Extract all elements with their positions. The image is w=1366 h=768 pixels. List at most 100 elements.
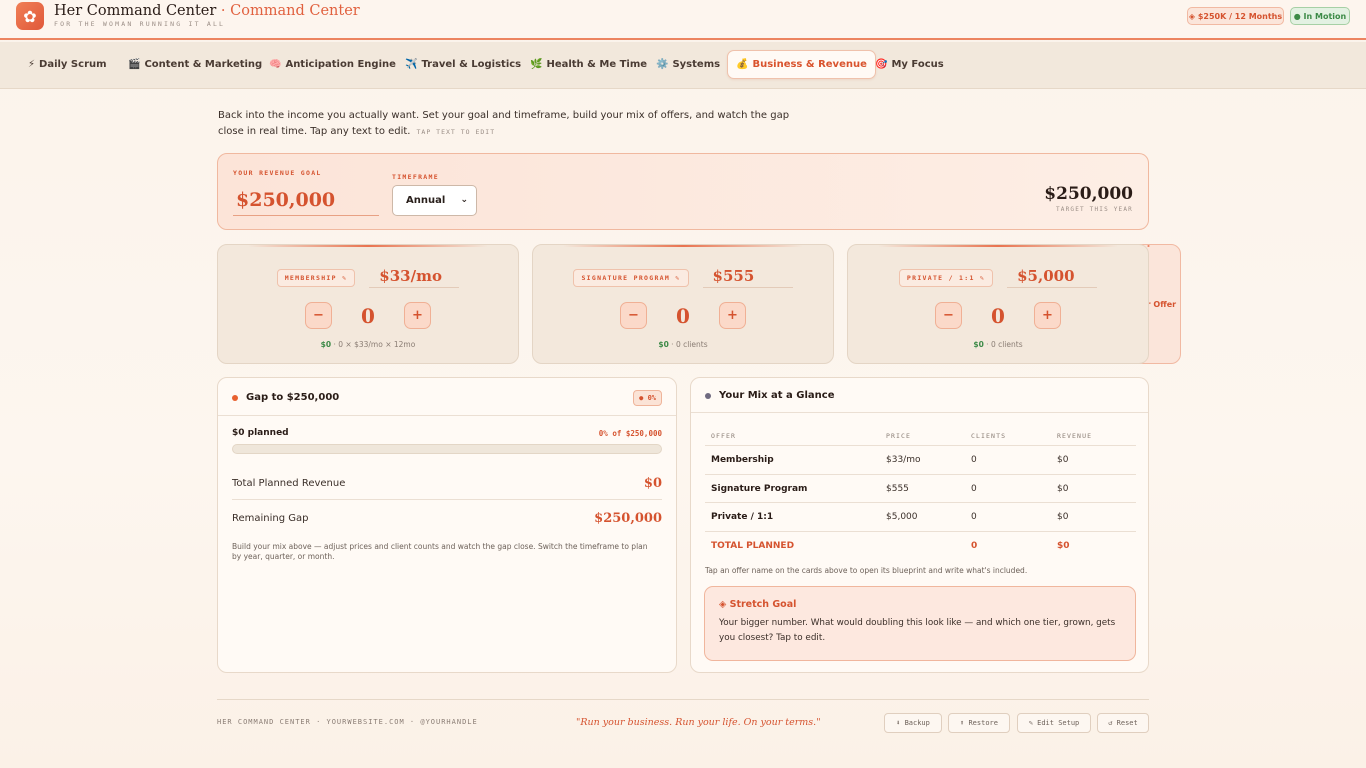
offer-detail: · 0 clients <box>983 340 1023 349</box>
increment-button[interactable]: + <box>719 302 746 329</box>
tab-anticipation-engine[interactable]: 🧠 Anticipation Engine <box>261 50 404 79</box>
tab-label: Business & Revenue <box>752 59 867 70</box>
price-cell: $33/mo <box>886 455 921 465</box>
flower-logo-icon: ✿ <box>16 2 44 30</box>
stretch-goal-card[interactable]: ◈ Stretch Goal Your bigger number. What … <box>704 586 1136 661</box>
mix-panel: Your Mix at a Glance OFFER PRICE CLIENTS… <box>690 377 1149 673</box>
progress-badge: ● 0% <box>633 390 662 406</box>
total-label-cell: TOTAL PLANNED <box>711 540 795 551</box>
tab-label: Health & Me Time <box>546 59 648 70</box>
revenue-cell: $0 <box>1057 512 1069 522</box>
offer-name-button[interactable]: MEMBERSHIP ✎ <box>276 268 356 287</box>
progress-bar <box>232 444 662 454</box>
tab-systems[interactable]: ⚙️ Systems <box>648 50 728 79</box>
offer-cell: Signature Program <box>711 483 808 494</box>
remaining-gap-label: Remaining Gap <box>232 513 309 524</box>
offer-card-membership: MEMBERSHIP ✎ $33/mo − 0 + $0 · 0 × $33/m… <box>217 244 519 364</box>
offer-price-input[interactable]: $33/mo <box>369 267 460 288</box>
footer-quote: "Run your business. Run your life. On yo… <box>576 717 821 728</box>
client-count: 0 <box>361 303 375 328</box>
decrement-button[interactable]: − <box>305 302 332 329</box>
offer-name-button[interactable]: PRIVATE / 1:1 ✎ <box>898 268 994 287</box>
divider <box>218 415 676 416</box>
tab-label: Content & Marketing <box>144 59 263 70</box>
offer-summary: $0 · 0 clients <box>848 340 1148 349</box>
footer-divider <box>217 699 1149 700</box>
revenue-goal-pill[interactable]: ◈ $250K / 12 Months <box>1187 7 1284 25</box>
status-dot-icon <box>705 392 711 399</box>
offer-summary: $0 · 0 × $33/mo × 12mo <box>218 340 518 349</box>
target-sub: TARGET THIS YEAR <box>1056 206 1133 213</box>
app-title-main: Her Command Center <box>54 3 217 19</box>
decrement-button[interactable]: − <box>935 302 962 329</box>
price-cell: $5,000 <box>886 512 918 522</box>
planned-amount: $0 planned <box>232 428 289 438</box>
clapper-icon: 🎬 <box>128 59 141 70</box>
column-header: CLIENTS <box>971 432 1007 440</box>
mix-table: OFFER PRICE CLIENTS REVENUE Membership $… <box>705 426 1136 560</box>
restore-button[interactable]: ⬆ Restore <box>948 713 1010 733</box>
tab-label: Daily Scrum <box>39 59 107 70</box>
divider <box>691 412 1148 413</box>
brain-icon: 🧠 <box>269 59 282 70</box>
tab-business-revenue[interactable]: 💰 Business & Revenue <box>727 50 876 79</box>
tab-label: Anticipation Engine <box>285 59 396 70</box>
app-title-sep: · <box>216 3 231 19</box>
offer-detail: · 0 clients <box>668 340 708 349</box>
tab-health-me-time[interactable]: 🌿 Health & Me Time <box>522 50 655 79</box>
money-bag-icon: 💰 <box>736 59 749 70</box>
increment-button[interactable]: + <box>404 302 431 329</box>
tab-my-focus[interactable]: 🎯 My Focus <box>867 50 952 79</box>
revenue-goal-label: YOUR REVENUE GOAL <box>233 169 322 177</box>
stretch-goal-body[interactable]: Your bigger number. What would doubling … <box>719 616 1121 645</box>
table-row: Private / 1:1 $5,000 0 $0 <box>705 503 1136 532</box>
tab-content-marketing[interactable]: 🎬 Content & Marketing <box>120 50 270 79</box>
quantity-stepper: − 0 + <box>533 302 833 329</box>
status-dot-icon <box>232 394 238 401</box>
table-total-row: TOTAL PLANNED 0 $0 <box>705 532 1136 561</box>
tab-daily-scrum[interactable]: ⚡ Daily Scrum <box>20 50 115 79</box>
chevron-down-icon: ⌄ <box>460 195 468 205</box>
reset-button[interactable]: ↺ Reset <box>1097 713 1149 733</box>
client-count: 0 <box>676 303 690 328</box>
timeframe-label: TIMEFRAME <box>392 173 439 181</box>
offer-card-private: PRIVATE / 1:1 ✎ $5,000 − 0 + $0 · 0 clie… <box>847 244 1149 364</box>
target-icon: 🎯 <box>875 59 888 70</box>
offer-name-button[interactable]: SIGNATURE PROGRAM ✎ <box>573 268 689 287</box>
backup-button[interactable]: ⬇ Backup <box>884 713 942 733</box>
mix-title: Your Mix at a Glance <box>705 390 835 401</box>
top-header: ✿ Her Command Center · Command Center FO… <box>0 0 1366 364</box>
revenue-cell: $0 <box>1057 483 1069 494</box>
offer-detail: · 0 × $33/mo × 12mo <box>331 340 416 349</box>
revenue-goal-input[interactable]: $250,000 <box>233 185 379 216</box>
intro-text[interactable]: Back into the income you actually want. … <box>218 108 808 140</box>
offer-amount: $0 <box>320 340 332 349</box>
timeframe-value: Annual <box>406 195 446 206</box>
price-cell: $555 <box>886 483 909 494</box>
timeframe-select[interactable]: Annual ⌄ <box>392 185 477 216</box>
quantity-stepper: − 0 + <box>848 302 1148 329</box>
column-header: PRICE <box>886 432 912 440</box>
table-row: Membership $33/mo 0 $0 <box>705 446 1136 475</box>
increment-button[interactable]: + <box>1034 302 1061 329</box>
decrement-button[interactable]: − <box>620 302 647 329</box>
airplane-icon: ✈️ <box>405 59 418 70</box>
offer-cell: Membership <box>711 455 774 465</box>
target-value: $250,000 <box>1044 184 1133 204</box>
offer-price-input[interactable]: $555 <box>702 267 793 288</box>
gear-icon: ⚙️ <box>656 59 669 70</box>
total-planned-row: Total Planned Revenue $0 <box>232 476 662 491</box>
offer-cell: Private / 1:1 <box>711 512 774 522</box>
offer-amount: $0 <box>973 340 984 349</box>
column-header: REVENUE <box>1057 432 1093 440</box>
tab-travel-logistics[interactable]: ✈️ Travel & Logistics <box>397 50 529 79</box>
clients-cell: 0 <box>971 512 977 522</box>
quantity-stepper: − 0 + <box>218 302 518 329</box>
clients-cell: 0 <box>971 455 977 465</box>
offer-price-input[interactable]: $5,000 <box>1007 267 1098 288</box>
edit-setup-button[interactable]: ✎ Edit Setup <box>1017 713 1091 733</box>
status-badge: ● In Motion <box>1290 7 1350 25</box>
lightning-icon: ⚡ <box>28 59 36 70</box>
tab-label: Travel & Logistics <box>421 59 522 70</box>
planned-percent: 0% of $250,000 <box>598 429 662 438</box>
